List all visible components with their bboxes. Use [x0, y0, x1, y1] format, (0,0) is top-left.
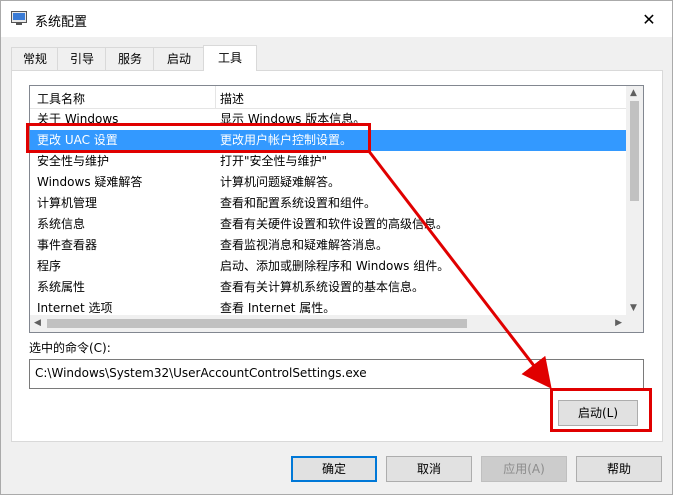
- tool-description: 查看和配置系统设置和组件。: [220, 196, 377, 210]
- scroll-right-arrow-icon[interactable]: ▶: [615, 318, 622, 328]
- tool-description: 查看监视消息和疑难解答消息。: [220, 238, 389, 252]
- tool-row-computer-management[interactable]: 计算机管理 查看和配置系统设置和组件。: [30, 193, 626, 214]
- annotation-highlight-launch-button: [550, 388, 652, 432]
- horizontal-scroll-thumb[interactable]: [47, 319, 467, 328]
- tool-row-system-properties[interactable]: 系统属性 查看有关计算机系统设置的基本信息。: [30, 277, 626, 298]
- scroll-left-arrow-icon[interactable]: ◀: [34, 318, 41, 328]
- tool-name: Windows 疑难解答: [37, 175, 143, 189]
- tool-name: 事件查看器: [37, 238, 98, 252]
- column-header-tool-name[interactable]: 工具名称: [37, 90, 85, 107]
- vertical-scroll-thumb[interactable]: [630, 101, 639, 201]
- tool-description: 查看有关硬件设置和软件设置的高级信息。: [220, 217, 449, 231]
- tab-startup[interactable]: 启动: [153, 47, 205, 70]
- system-config-app-icon: [11, 11, 27, 25]
- tool-name: 系统属性: [37, 280, 86, 294]
- title-bar[interactable]: 系统配置 ✕: [1, 1, 672, 37]
- close-button[interactable]: ✕: [626, 1, 672, 37]
- selected-command-label: 选中的命令(C):: [29, 341, 111, 355]
- tool-row-troubleshooting[interactable]: Windows 疑难解答 计算机问题疑难解答。: [30, 172, 626, 193]
- cancel-button[interactable]: 取消: [386, 456, 472, 482]
- tool-name: 程序: [37, 259, 62, 273]
- tool-description: 启动、添加或删除程序和 Windows 组件。: [220, 259, 450, 273]
- column-header-description[interactable]: 描述: [220, 90, 244, 107]
- selected-command-field[interactable]: C:\Windows\System32\UserAccountControlSe…: [29, 359, 644, 389]
- help-button[interactable]: 帮助: [576, 456, 662, 482]
- tool-name: 计算机管理: [37, 196, 98, 210]
- tools-list-header: 工具名称 描述: [30, 86, 626, 109]
- ok-button[interactable]: 确定: [291, 456, 377, 482]
- tab-services[interactable]: 服务: [105, 47, 155, 70]
- tab-tools[interactable]: 工具: [203, 45, 257, 71]
- tool-row-security-maintenance[interactable]: 安全性与维护 打开"安全性与维护": [30, 151, 626, 172]
- scrollbar-corner: [626, 315, 643, 332]
- tool-description: 查看有关计算机系统设置的基本信息。: [220, 280, 425, 294]
- window-title: 系统配置: [35, 15, 88, 30]
- tool-row-system-information[interactable]: 系统信息 查看有关硬件设置和软件设置的高级信息。: [30, 214, 626, 235]
- tab-boot[interactable]: 引导: [57, 47, 107, 70]
- tab-general[interactable]: 常规: [11, 47, 59, 70]
- close-icon: ✕: [642, 9, 656, 29]
- tool-row-event-viewer[interactable]: 事件查看器 查看监视消息和疑难解答消息。: [30, 235, 626, 256]
- column-divider[interactable]: [215, 86, 216, 108]
- scroll-up-arrow-icon[interactable]: ▲: [630, 88, 637, 98]
- tool-name: 系统信息: [37, 217, 86, 231]
- tool-name: 安全性与维护: [37, 154, 110, 168]
- tool-description: 打开"安全性与维护": [220, 154, 328, 168]
- scroll-down-arrow-icon[interactable]: ▼: [630, 303, 637, 313]
- horizontal-scrollbar[interactable]: ◀ ▶: [30, 315, 626, 332]
- tool-description: 计算机问题疑难解答。: [220, 175, 341, 189]
- vertical-scrollbar[interactable]: ▲ ▼: [626, 86, 643, 315]
- tool-row-programs[interactable]: 程序 启动、添加或删除程序和 Windows 组件。: [30, 256, 626, 277]
- selected-command-value: C:\Windows\System32\UserAccountControlSe…: [35, 366, 367, 380]
- apply-button: 应用(A): [481, 456, 567, 482]
- annotation-highlight-uac-row: [26, 123, 371, 153]
